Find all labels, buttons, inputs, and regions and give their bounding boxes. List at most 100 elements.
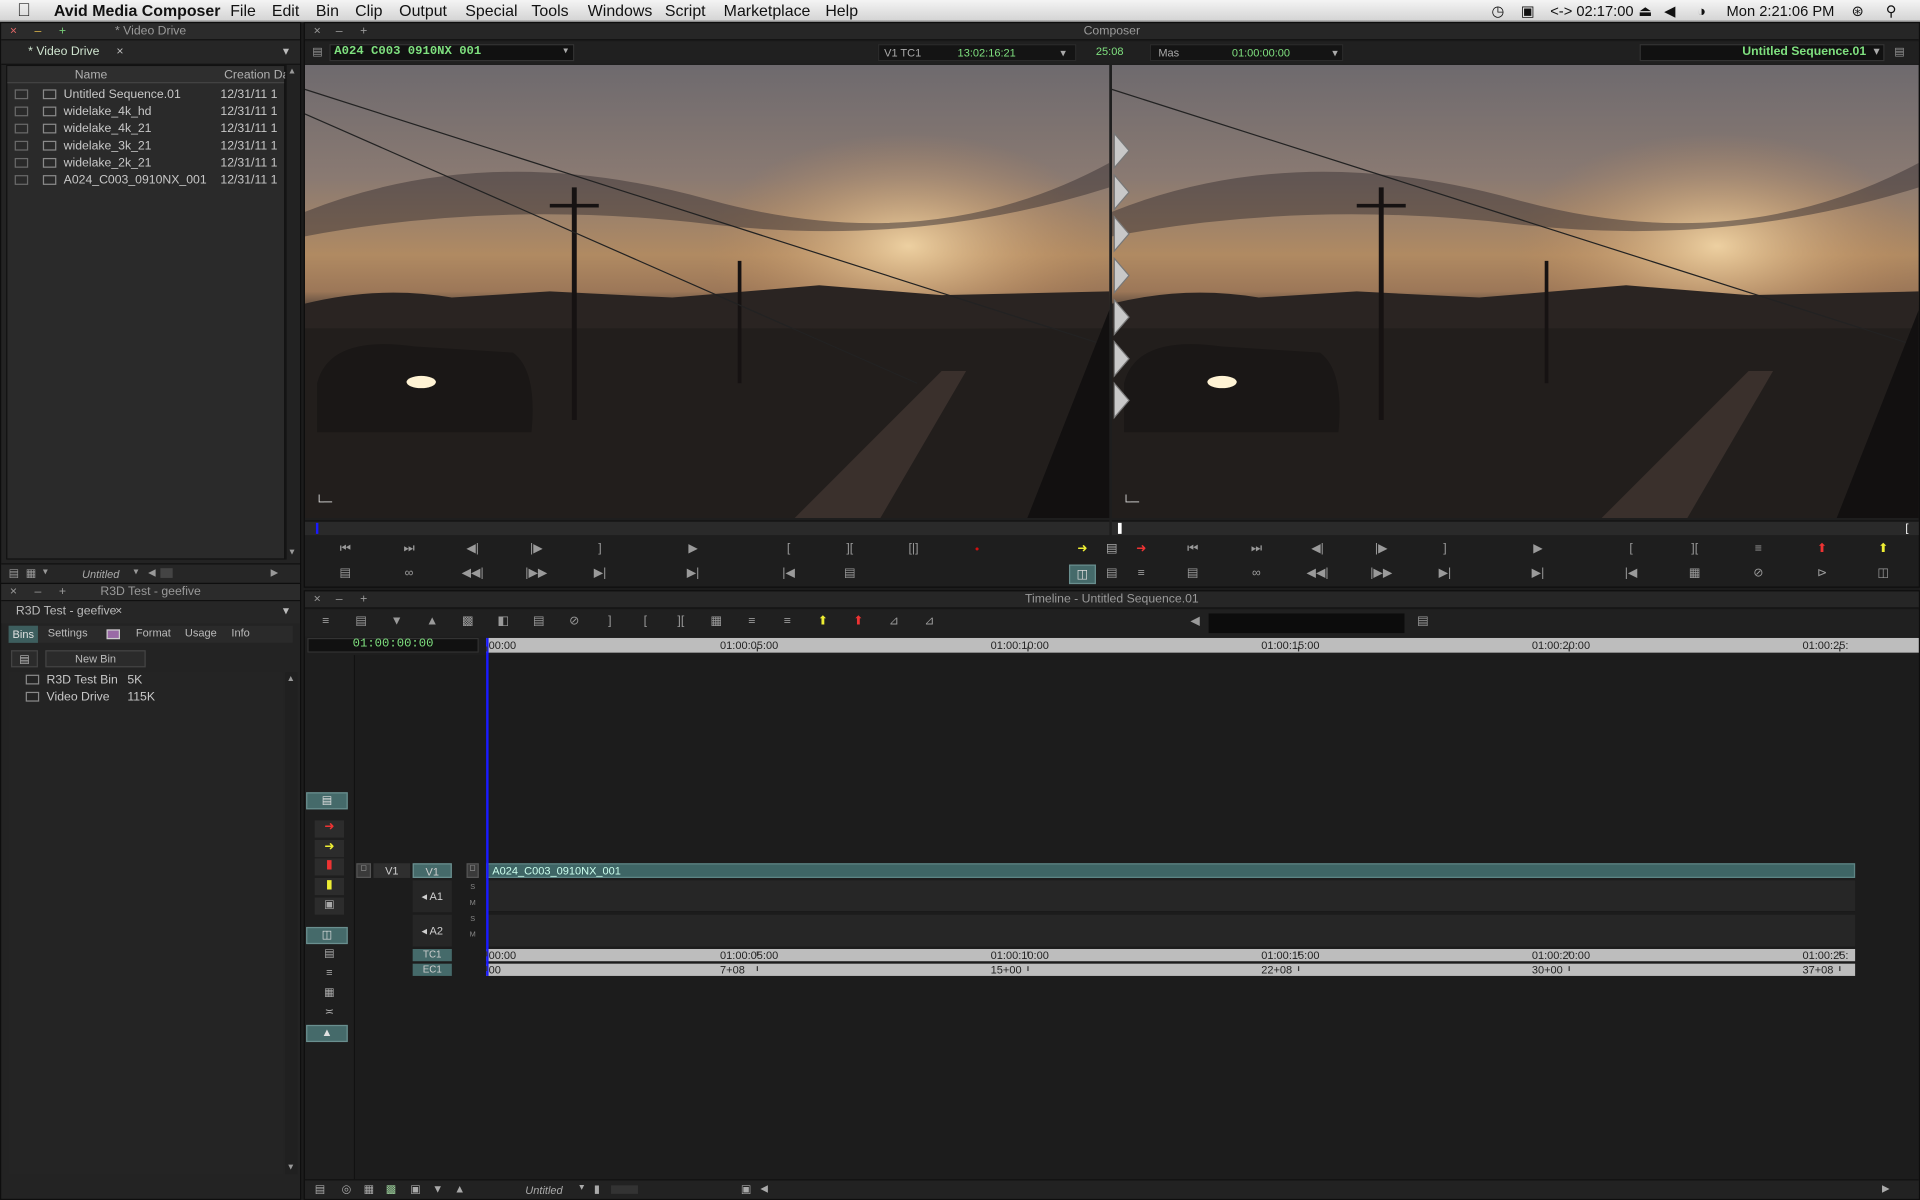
video-quality-icon[interactable]: ▦ xyxy=(1681,564,1708,584)
time-machine-icon[interactable]: ◷ xyxy=(1491,0,1504,22)
record-tc-display[interactable]: Mas 01:00:00:00 ▾ xyxy=(1149,44,1344,62)
record-icon[interactable]: ● xyxy=(964,540,991,560)
app-menu[interactable]: Avid Media Composer xyxy=(54,0,221,22)
extract-up-icon[interactable]: ⬆ xyxy=(809,612,836,632)
mark-in-icon[interactable]: [ xyxy=(775,540,802,560)
tab-settings[interactable]: Settings xyxy=(48,627,88,639)
view-select-icon[interactable]: ▾ xyxy=(133,566,138,577)
close-icon[interactable]: × xyxy=(6,24,21,39)
bin-row[interactable]: widelake_4k_hd 12/31/11 1 xyxy=(14,104,287,121)
match-frame-icon[interactable]: ∞ xyxy=(1243,564,1270,584)
source-clip-menu[interactable]: A024 C003 0910NX 001 ▾ xyxy=(329,44,575,62)
selection-box[interactable] xyxy=(14,124,29,134)
menu-marketplace[interactable]: Marketplace xyxy=(724,0,811,22)
rewind-icon[interactable]: ⏮ xyxy=(1179,540,1206,560)
clear-marks-icon[interactable]: ][ xyxy=(836,540,863,560)
trim-mode-icon[interactable]: ▣ xyxy=(314,897,345,915)
timeline-view-name[interactable]: Untitled xyxy=(525,1184,562,1196)
timeline-view-icon[interactable]: ▦ xyxy=(364,1183,374,1196)
scroll-up-icon[interactable]: ▲ xyxy=(288,67,296,76)
tab-info[interactable]: Info xyxy=(231,627,249,639)
bluetooth-icon[interactable]: ⊛ xyxy=(1851,0,1863,22)
selection-box[interactable] xyxy=(14,141,29,152)
rewind-icon[interactable]: ⏮ xyxy=(332,540,359,560)
project-scrollbar[interactable]: ▲ ▼ xyxy=(285,672,298,1175)
lift-overwrite-icon[interactable]: ▮ xyxy=(314,858,345,876)
scroll-bar-icon[interactable]: ▣ xyxy=(741,1183,751,1196)
audio-tool-icon[interactable]: ≡ xyxy=(315,966,344,983)
mark-in-icon[interactable]: [ xyxy=(1618,540,1645,560)
record-position-bar[interactable]: [ xyxy=(1111,520,1919,536)
sequence-menu[interactable]: Untitled Sequence.01 ▾ xyxy=(1639,44,1885,62)
close-tab-icon[interactable]: × xyxy=(115,604,122,620)
eject-icon[interactable]: ⏏ xyxy=(1638,0,1652,22)
tab-effects-icon[interactable] xyxy=(106,629,121,640)
project-bin-row[interactable]: R3D Test Bin 5K xyxy=(25,672,142,689)
timecode-status[interactable]: <-> 02:17:00 xyxy=(1550,0,1633,22)
volume-icon[interactable]: ◀ xyxy=(1664,0,1675,22)
add-edit-icon[interactable]: ▩ xyxy=(454,612,481,632)
clip-menu-icon[interactable]: ▤ xyxy=(312,45,322,58)
bin-list-menu-icon[interactable]: ▤ xyxy=(11,650,38,668)
tab-project[interactable]: R3D Test - geefive xyxy=(16,604,117,620)
tab-bins[interactable]: Bins xyxy=(8,625,38,643)
new-bin-button[interactable]: New Bin xyxy=(45,650,146,668)
jog-back-icon[interactable]: ◀◀| xyxy=(459,564,486,584)
selection-box[interactable] xyxy=(14,158,29,169)
mark-clip-icon[interactable]: ] xyxy=(587,540,614,560)
close-tab-icon[interactable]: × xyxy=(116,44,123,60)
zoom-icon[interactable]: + xyxy=(55,585,70,600)
scroll-left-icon[interactable]: ◀ xyxy=(148,567,156,578)
scroll-right-icon[interactable]: ▶ xyxy=(1882,1183,1890,1194)
position-indicator[interactable] xyxy=(486,637,489,976)
selection-box[interactable] xyxy=(14,175,29,186)
timeline-menu-icon[interactable]: ▤ xyxy=(306,792,348,810)
segment-ripple-icon[interactable]: ⊿ xyxy=(880,612,907,632)
mark-in-icon[interactable]: [ xyxy=(632,612,659,632)
display-icon[interactable]: ▣ xyxy=(410,1183,420,1196)
fast-forward-icon[interactable]: ⏭ xyxy=(1243,540,1270,560)
copy-icon[interactable]: ◫ xyxy=(1870,564,1897,584)
column-name[interactable]: Name xyxy=(75,69,108,82)
source-tc-display[interactable]: V1 TC1 13:02:16:21 ▾ xyxy=(877,44,1077,62)
record-track-a1[interactable]: ◂ A1 xyxy=(412,880,452,913)
brief-view-icon[interactable]: ▤ xyxy=(9,567,19,580)
mark-clip-range-icon[interactable]: ≡ xyxy=(1745,540,1772,560)
timeline-options-icon[interactable]: ≡ xyxy=(312,612,339,632)
go-to-out-icon[interactable]: ▶| xyxy=(587,564,614,584)
source-position-bar[interactable] xyxy=(304,520,1110,536)
bin-row[interactable]: widelake_4k_21 12/31/11 1 xyxy=(14,121,287,138)
tab-usage[interactable]: Usage xyxy=(185,627,217,639)
menu-special[interactable]: Special xyxy=(465,0,517,22)
bin-row[interactable]: widelake_3k_21 12/31/11 1 xyxy=(14,138,287,155)
lift-icon[interactable]: ➜ xyxy=(1128,540,1155,560)
clear-marks-icon[interactable]: ][ xyxy=(1681,540,1708,560)
match-frame-icon[interactable]: ∞ xyxy=(396,564,423,584)
splice-icon[interactable]: ◧ xyxy=(490,612,517,632)
selection-box[interactable] xyxy=(14,89,29,100)
extract-icon[interactable]: ≡ xyxy=(774,612,801,632)
go-to-out-icon[interactable]: ▶| xyxy=(1431,564,1458,584)
scroll-up-icon[interactable]: ▲ xyxy=(287,675,295,684)
clear-marks-icon[interactable]: ][ xyxy=(667,612,694,632)
extract-icon[interactable]: ⬆ xyxy=(1870,540,1897,560)
view-menu-icon[interactable]: ▾ xyxy=(43,566,48,577)
audio-icon[interactable]: ≡ xyxy=(1128,564,1155,584)
video-clip-segment[interactable]: A024_C003_0910NX_001 xyxy=(486,863,1856,878)
record-track-tc1[interactable]: TC1 xyxy=(412,948,452,962)
play-icon[interactable]: ▶ xyxy=(1525,540,1552,560)
display-icon[interactable]: ▣ xyxy=(1521,0,1535,22)
extract-splice-icon[interactable]: ▮ xyxy=(314,877,345,896)
sync-lock-icon[interactable]: ▤ xyxy=(1098,564,1125,584)
link-icon[interactable]: ≍ xyxy=(315,1005,344,1022)
bin-row[interactable]: Untitled Sequence.01 12/31/11 1 xyxy=(14,87,287,104)
go-to-end-icon[interactable]: ▶| xyxy=(680,564,707,584)
step-back-icon[interactable]: ◀| xyxy=(1304,540,1331,560)
volume-icon[interactable]: ◀ xyxy=(1182,612,1209,632)
mark-clip-icon[interactable]: ] xyxy=(1431,540,1458,560)
track-lock-icon[interactable]: □ xyxy=(356,863,372,878)
clock[interactable]: Mon 2:21:06 PM xyxy=(1727,0,1835,22)
h-scroll-thumb[interactable] xyxy=(160,568,173,578)
toggle-source-record-icon[interactable]: ◫ xyxy=(306,926,348,945)
step-back-icon[interactable]: ◀| xyxy=(459,540,486,560)
